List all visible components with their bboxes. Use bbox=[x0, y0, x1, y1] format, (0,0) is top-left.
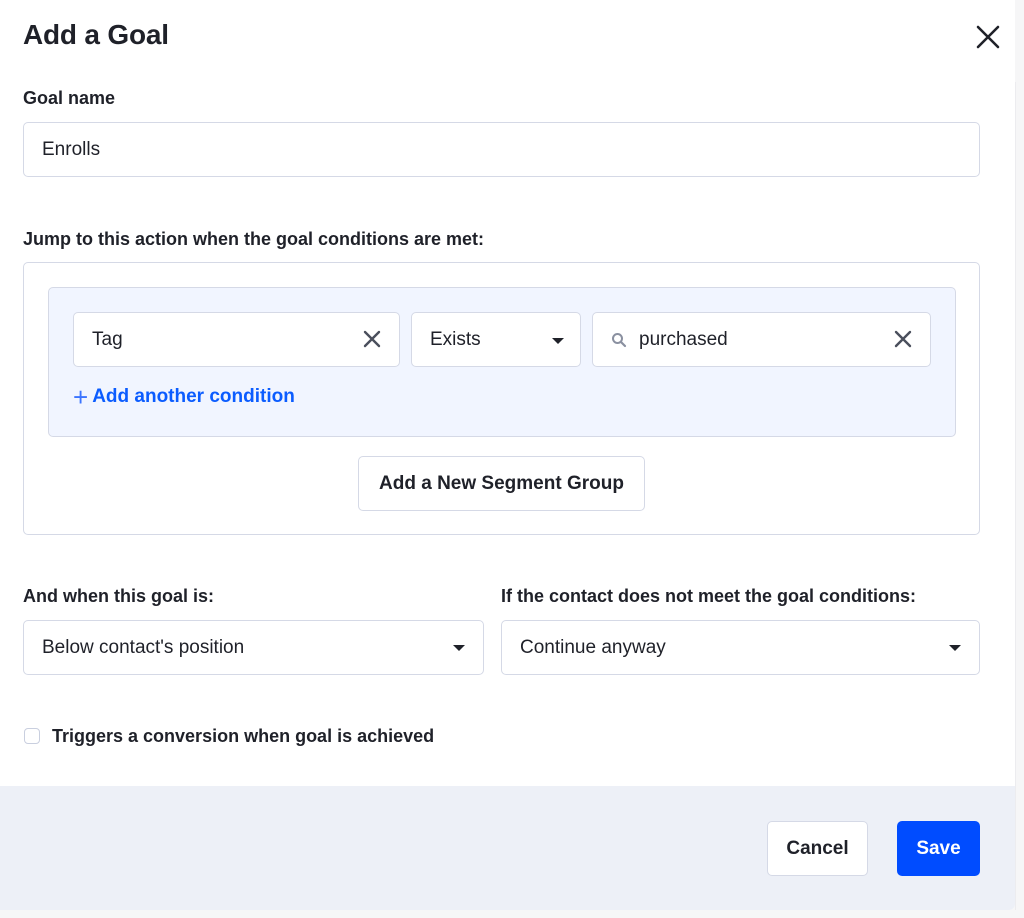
fallback-select-value: Continue anyway bbox=[520, 636, 666, 658]
condition-value-search[interactable]: purchased bbox=[592, 312, 931, 367]
fallback-label: If the contact does not meet the goal co… bbox=[501, 586, 917, 606]
modal-title: Add a Goal bbox=[23, 19, 169, 50]
position-select[interactable]: Below contact's position bbox=[23, 620, 484, 675]
conversion-label[interactable]: Triggers a conversion when goal is achie… bbox=[52, 725, 434, 747]
plus-icon: + bbox=[73, 382, 89, 412]
condition-field-select[interactable]: Tag bbox=[73, 312, 400, 367]
segment-container: Tag Exists purchased + Add another condi… bbox=[23, 262, 980, 535]
segment-group: Tag Exists purchased + Add another condi… bbox=[48, 287, 956, 437]
goal-name-value: Enrolls bbox=[42, 138, 101, 160]
add-segment-group-button[interactable]: Add a New Segment Group bbox=[358, 456, 645, 511]
position-select-value: Below contact's position bbox=[42, 636, 245, 658]
cancel-label: Cancel bbox=[786, 837, 849, 859]
scrollbar-track[interactable] bbox=[1015, 82, 1024, 910]
goal-name-label: Goal name bbox=[23, 88, 116, 108]
condition-operator-value: Exists bbox=[430, 328, 481, 350]
close-button[interactable] bbox=[973, 22, 1003, 52]
clear-field-icon[interactable] bbox=[363, 330, 381, 348]
condition-field-value: Tag bbox=[92, 328, 123, 350]
save-button[interactable]: Save bbox=[897, 821, 980, 876]
chevron-down-icon bbox=[453, 645, 465, 651]
chevron-down-icon bbox=[552, 338, 564, 344]
conversion-checkbox[interactable] bbox=[24, 728, 40, 744]
goal-name-input[interactable]: Enrolls bbox=[23, 122, 980, 177]
save-label: Save bbox=[916, 837, 961, 859]
add-condition-label: Add another condition bbox=[92, 386, 295, 407]
condition-operator-select[interactable]: Exists bbox=[411, 312, 581, 367]
add-condition-link[interactable]: + Add another condition bbox=[73, 382, 295, 412]
position-label: And when this goal is: bbox=[23, 586, 215, 606]
clear-value-icon[interactable] bbox=[894, 330, 912, 348]
add-segment-group-label: Add a New Segment Group bbox=[379, 472, 624, 494]
cancel-button[interactable]: Cancel bbox=[767, 821, 868, 876]
chevron-down-icon bbox=[949, 645, 961, 651]
fallback-select[interactable]: Continue anyway bbox=[501, 620, 980, 675]
add-goal-modal: Add a Goal Goal name Enrolls Jump to thi… bbox=[0, 0, 1015, 910]
conditions-label: Jump to this action when the goal condit… bbox=[23, 229, 485, 249]
condition-value-text: purchased bbox=[639, 328, 728, 350]
search-icon bbox=[612, 332, 627, 347]
close-icon bbox=[976, 25, 1000, 49]
modal-header: Add a Goal bbox=[23, 18, 1015, 58]
modal-footer: Cancel Save bbox=[0, 786, 1015, 910]
